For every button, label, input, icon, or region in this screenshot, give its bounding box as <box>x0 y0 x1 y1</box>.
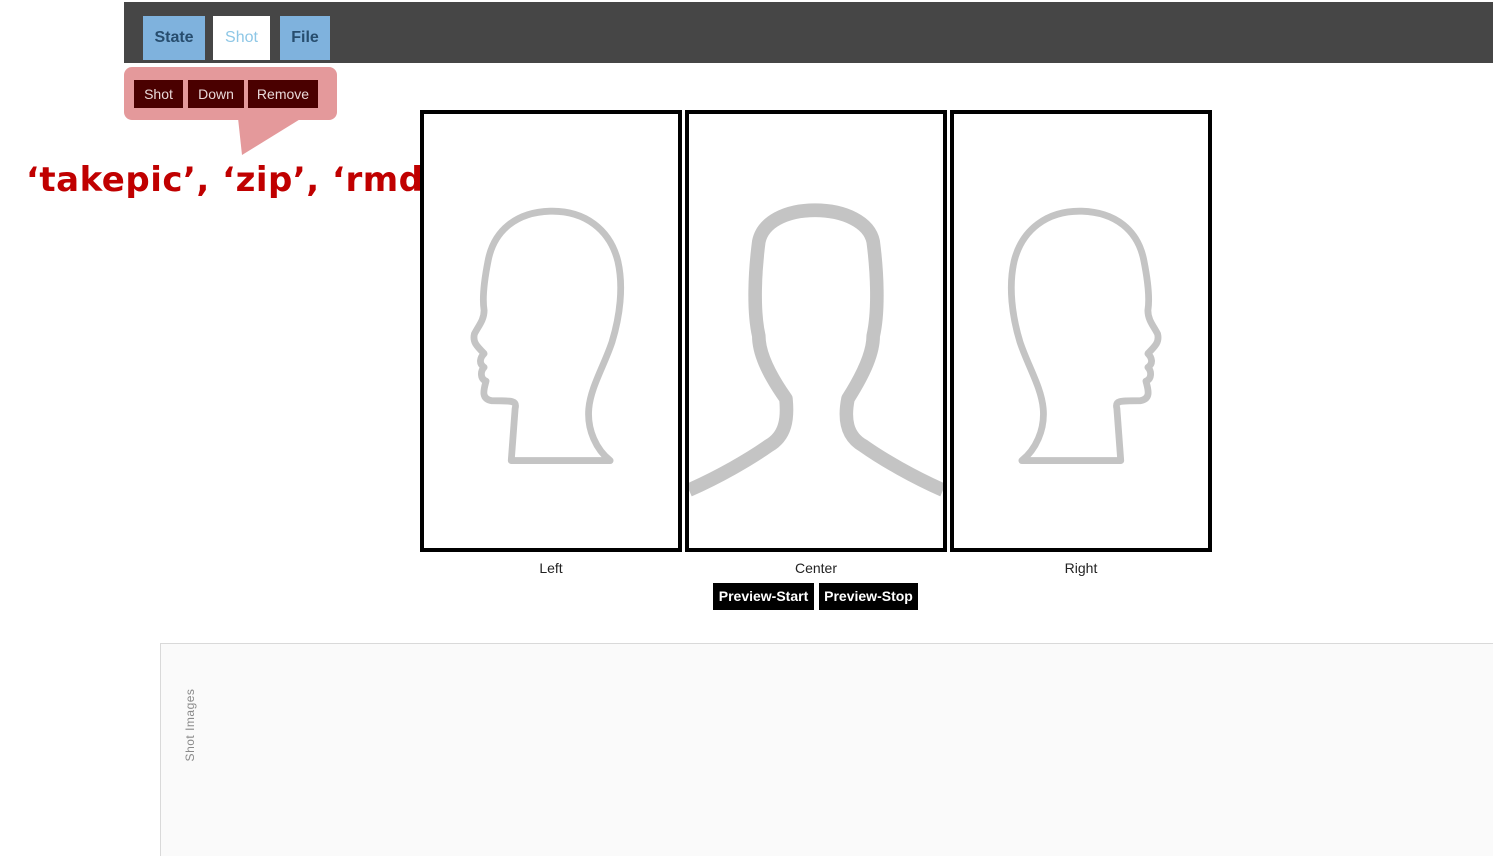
shot-button[interactable]: Shot <box>134 80 183 108</box>
command-annotation: ‘takepic’, ‘zip’, ‘rmdir <box>26 160 453 200</box>
tab-shot[interactable]: Shot <box>213 16 270 60</box>
tab-file[interactable]: File <box>280 16 330 60</box>
remove-button[interactable]: Remove <box>248 80 318 108</box>
head-profile-right-icon <box>1007 207 1162 465</box>
preview-stop-button[interactable]: Preview-Stop <box>819 583 918 610</box>
shot-submenu-callout: Shot Down Remove <box>124 67 337 120</box>
top-navigation-bar: State Shot File <box>124 2 1493 63</box>
head-profile-left-icon <box>470 207 625 465</box>
tab-state[interactable]: State <box>143 16 205 60</box>
head-front-icon <box>689 203 943 497</box>
frame-label-right: Right <box>1064 560 1098 576</box>
shot-images-label: Shot Images <box>183 688 197 762</box>
shot-images-panel[interactable] <box>160 643 1493 856</box>
camera-frame-left <box>420 110 682 552</box>
preview-start-button[interactable]: Preview-Start <box>713 583 814 610</box>
camera-frame-center <box>685 110 947 552</box>
frame-label-center: Center <box>794 560 838 576</box>
down-button[interactable]: Down <box>188 80 244 108</box>
camera-frame-right <box>950 110 1212 552</box>
frame-label-left: Left <box>539 560 563 576</box>
